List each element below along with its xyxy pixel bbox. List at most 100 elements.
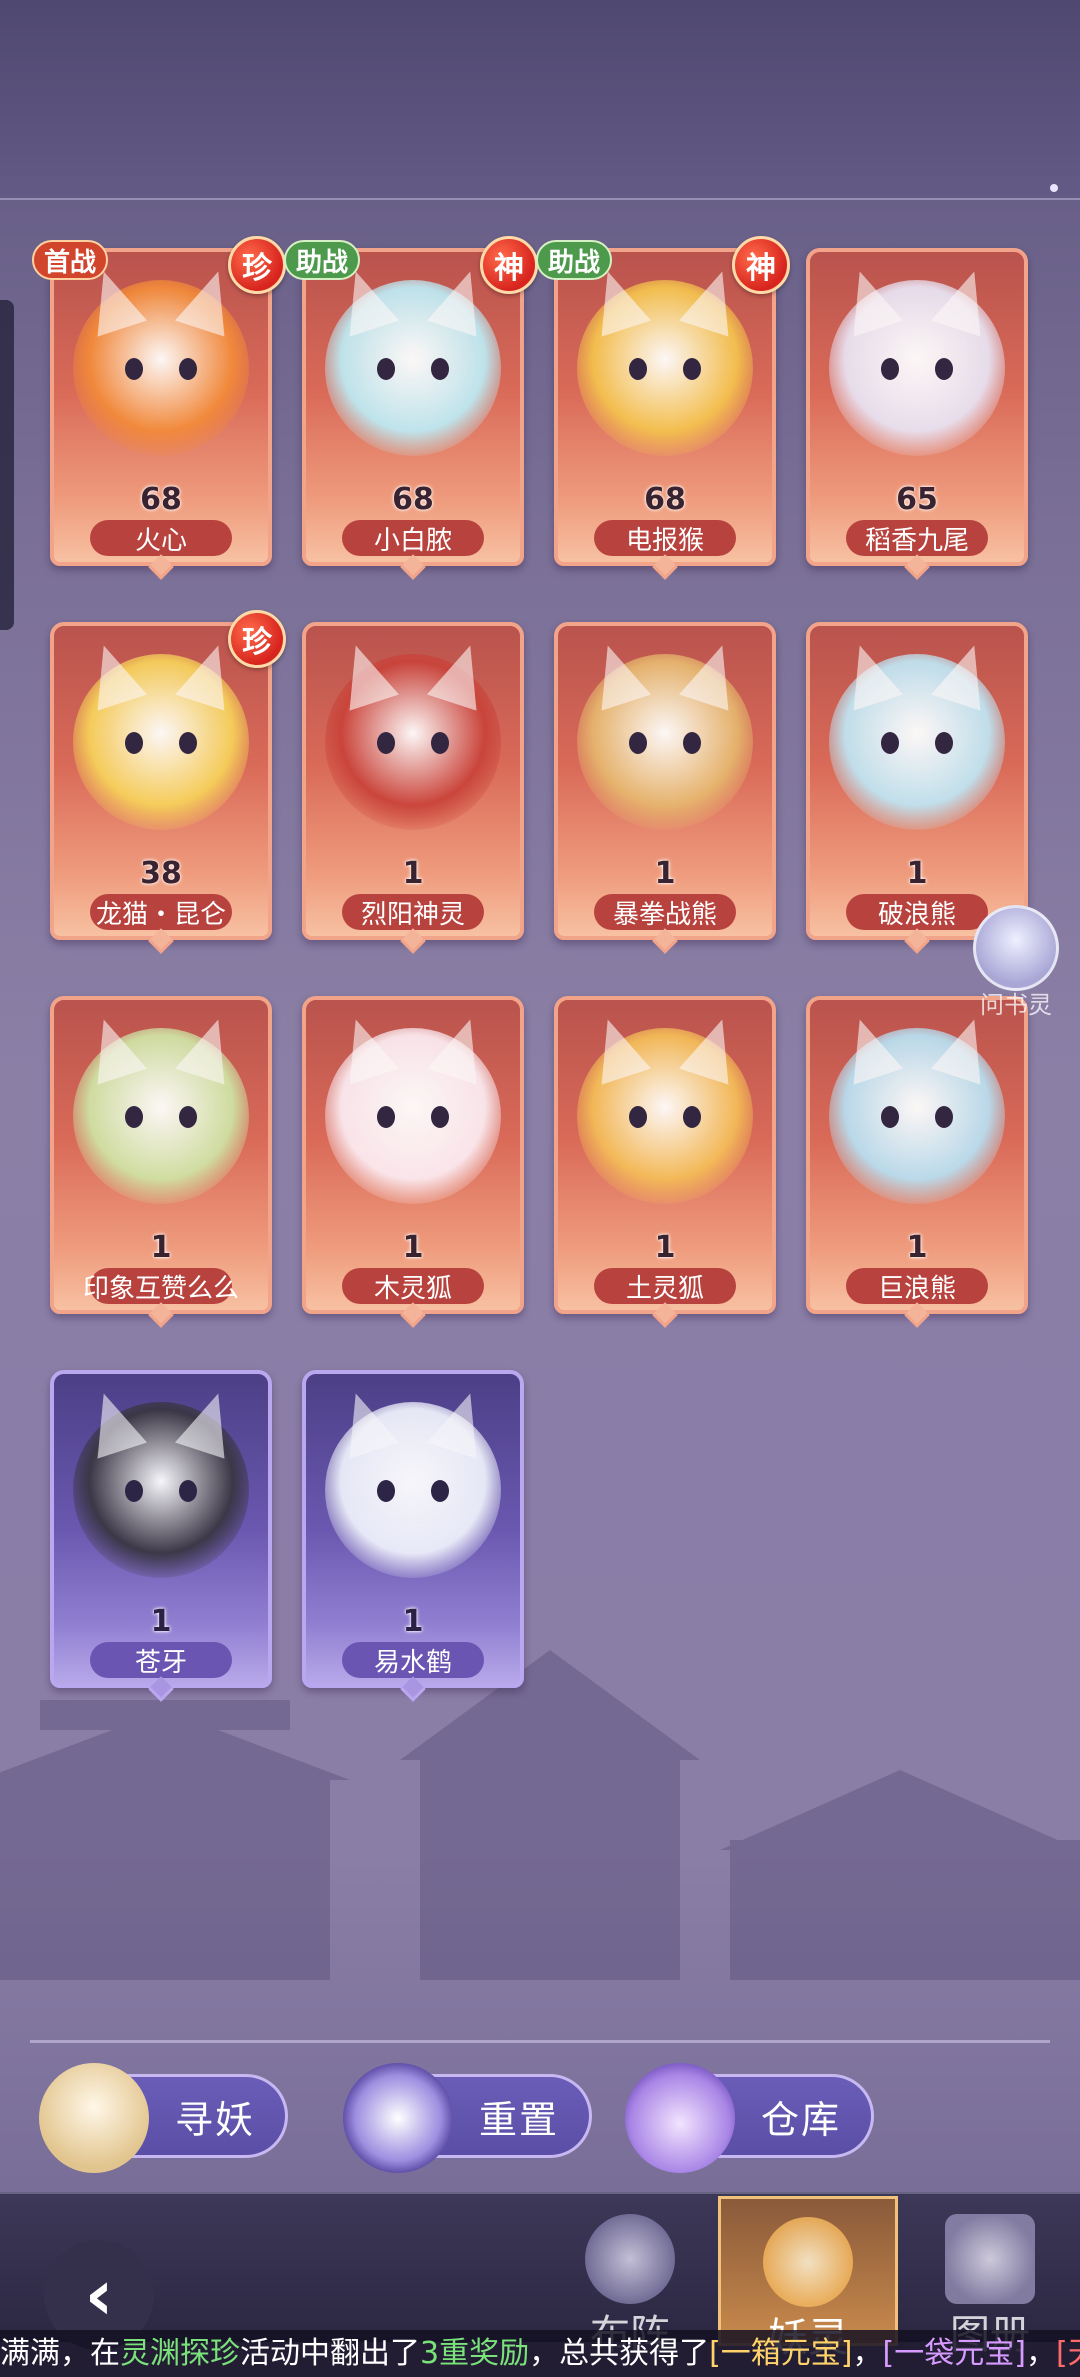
seek-spirit-label: 寻妖	[174, 2097, 255, 2142]
portrait-eye	[881, 358, 899, 380]
spirit-level: 68	[392, 482, 434, 517]
spirit-portrait	[73, 1011, 249, 1204]
portrait-ear	[331, 1385, 399, 1459]
reset-label: 重置	[478, 2097, 559, 2142]
spirit-level: 65	[896, 482, 938, 517]
card-frame: 1 烈阳神灵	[302, 622, 524, 940]
spirit-card[interactable]: 1 苍牙	[50, 1370, 272, 1702]
card-frame: 1 巨浪熊	[806, 996, 1028, 1314]
portrait-eye	[179, 1106, 197, 1128]
portrait-ear	[583, 637, 651, 711]
spirit-name: 烈阳神灵	[342, 894, 484, 930]
reset-button[interactable]: 重置	[343, 2063, 592, 2173]
card-frame: 1 木灵狐	[302, 996, 524, 1314]
spirit-level: 38	[140, 856, 182, 891]
portrait-eye	[431, 1480, 449, 1502]
spirit-portrait	[577, 1011, 753, 1204]
portrait-eye	[179, 732, 197, 754]
ticker-event-name: 灵渊探珍	[120, 2336, 240, 2371]
portrait-eye	[377, 732, 395, 754]
card-frame: 38 龙猫・昆仑	[50, 622, 272, 940]
spirit-card[interactable]: 1 暴拳战熊	[554, 622, 776, 954]
spirit-level: 1	[402, 856, 424, 891]
rarity-badge: 神	[480, 236, 538, 294]
card-frame: 68 小白脓	[302, 248, 524, 566]
role-tag-badge: 助战	[536, 240, 613, 280]
spirit-name: 巨浪熊	[846, 1268, 988, 1304]
portrait-eye	[683, 358, 701, 380]
portrait-ear	[583, 1011, 651, 1085]
portrait-ear	[79, 1011, 147, 1085]
sparkle-dot	[1050, 184, 1058, 192]
portrait-eye	[431, 1106, 449, 1128]
spirit-name: 火心	[90, 520, 232, 556]
card-frame: 1 苍牙	[50, 1370, 272, 1688]
card-frame: 1 印象互赞么么	[50, 996, 272, 1314]
spirit-portrait	[577, 263, 753, 456]
spirit-name: 稻香九尾	[846, 520, 988, 556]
tab-formation[interactable]: 布阵	[540, 2196, 720, 2358]
spirit-card[interactable]: 1 印象互赞么么	[50, 996, 272, 1328]
spirit-card[interactable]: 1 破浪熊	[806, 622, 1028, 954]
ticker-text: ，总共获得了	[529, 2336, 710, 2371]
spirit-portrait	[73, 637, 249, 830]
spirit-name: 龙猫・昆仑	[90, 894, 232, 930]
spirit-card[interactable]: 1 巨浪熊	[806, 996, 1028, 1328]
spirit-level: 1	[150, 1604, 172, 1639]
portrait-ear	[835, 1011, 903, 1085]
spirit-card[interactable]: 68 火心 首战 珍	[32, 236, 286, 580]
rarity-badge: 珍	[228, 236, 286, 294]
spirit-card[interactable]: 1 土灵狐	[554, 996, 776, 1328]
ticker-item: [一箱元宝]	[709, 2336, 853, 2371]
ticker-item: [天霄	[1055, 2336, 1080, 2371]
portrait-ear	[427, 1011, 495, 1085]
spirit-portrait	[73, 263, 249, 456]
portrait-eye	[377, 358, 395, 380]
portrait-ear	[331, 637, 399, 711]
portrait-ear	[835, 637, 903, 711]
spirit-portrait	[829, 1011, 1005, 1204]
spirit-card[interactable]: 68 电报猴 助战神	[536, 236, 790, 580]
spirit-card[interactable]: 1 木灵狐	[302, 996, 524, 1328]
card-frame: 1 易水鹤	[302, 1370, 524, 1688]
spirit-card[interactable]: 65 稻香九尾	[806, 248, 1028, 580]
spirit-portrait	[829, 263, 1005, 456]
portrait-ear	[931, 1011, 999, 1085]
spirit-level: 68	[140, 482, 182, 517]
floating-npc-button[interactable]: 问书灵	[966, 905, 1066, 1019]
seek-spirit-button[interactable]: 寻妖	[39, 2063, 288, 2173]
portrait-eye	[881, 1106, 899, 1128]
ticker-text: 活动中翻出了	[240, 2336, 420, 2371]
role-tag-badge: 首战	[32, 240, 109, 280]
spirit-portrait	[325, 637, 501, 830]
tab-spirits[interactable]: 妖灵	[718, 2196, 898, 2361]
spirit-card[interactable]: 68 小白脓 助战神	[284, 236, 538, 580]
portrait-ear	[427, 1385, 495, 1459]
album-book-icon	[945, 2214, 1035, 2304]
portrait-ear	[175, 1011, 243, 1085]
spirit-card[interactable]: 38 龙猫・昆仑珍	[50, 610, 286, 954]
portrait-eye	[935, 1106, 953, 1128]
ticker-text: 满满，在	[0, 2336, 120, 2371]
portrait-ear	[931, 637, 999, 711]
ticker-text: ，	[1025, 2336, 1056, 2371]
warehouse-button[interactable]: 仓库	[625, 2063, 874, 2173]
spirit-level: 1	[402, 1604, 424, 1639]
portrait-ear	[331, 1011, 399, 1085]
portrait-ear	[175, 1385, 243, 1459]
tab-album[interactable]: 图册	[900, 2196, 1080, 2358]
npc-label: 问书灵	[980, 991, 1052, 1019]
spirit-card[interactable]: 1 烈阳神灵	[302, 622, 524, 954]
card-frame: 1 破浪熊	[806, 622, 1028, 940]
spirit-card[interactable]: 1 易水鹤	[302, 1370, 524, 1702]
card-frame: 1 暴拳战熊	[554, 622, 776, 940]
broadcast-ticker: 满满，在灵渊探珍活动中翻出了3重奖励，总共获得了[一箱元宝]，[一袋元宝]，[天…	[0, 2330, 1080, 2377]
spirit-portrait	[325, 1011, 501, 1204]
portrait-eye	[629, 1106, 647, 1128]
rarity-badge: 神	[732, 236, 790, 294]
spirit-name: 木灵狐	[342, 1268, 484, 1304]
spirit-name: 易水鹤	[342, 1642, 484, 1678]
portrait-eye	[125, 1480, 143, 1502]
spirit-level: 1	[150, 1230, 172, 1265]
side-pull-tab[interactable]	[0, 300, 14, 630]
